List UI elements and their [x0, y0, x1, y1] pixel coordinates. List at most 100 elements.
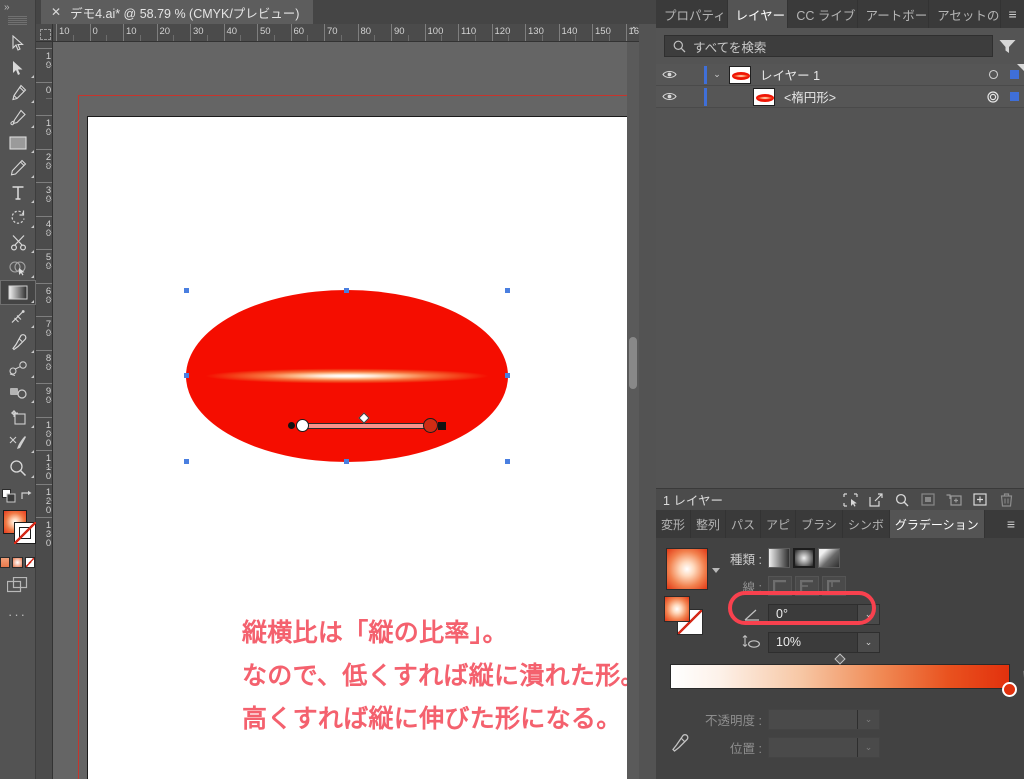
- type-tool[interactable]: [0, 180, 36, 205]
- scissors-tool[interactable]: [0, 230, 36, 255]
- stroke-swatch[interactable]: [14, 522, 36, 544]
- bbox-handle-ml[interactable]: [184, 373, 189, 378]
- bbox-handle-mr[interactable]: [505, 373, 510, 378]
- bbox-handle-tl[interactable]: [184, 288, 189, 293]
- gradient-annotator-bar[interactable]: [301, 423, 431, 429]
- rectangle-tool[interactable]: [0, 130, 36, 155]
- swap-fill-stroke-icon[interactable]: [20, 490, 33, 502]
- gradient-eyedropper-icon[interactable]: [670, 734, 689, 753]
- selection-indicator[interactable]: [1004, 92, 1024, 101]
- gradient-mode-button[interactable]: [12, 557, 22, 568]
- target-indicator-selected[interactable]: [982, 91, 1004, 103]
- screen-mode-button[interactable]: [0, 577, 35, 593]
- paintbrush-slice-tool[interactable]: [0, 430, 36, 455]
- rotate-tool[interactable]: [0, 205, 36, 230]
- gradient-midpoint-diamond[interactable]: [834, 653, 845, 664]
- tab-layers[interactable]: レイヤー: [728, 0, 789, 28]
- direct-selection-tool[interactable]: [0, 55, 36, 80]
- bbox-handle-tr[interactable]: [505, 288, 510, 293]
- canvas-vertical-scrollbar[interactable]: [627, 42, 639, 779]
- default-fill-stroke-icon[interactable]: [2, 489, 16, 503]
- gradient-start-handle[interactable]: [296, 419, 309, 432]
- gradient-stop-end[interactable]: [1002, 682, 1017, 697]
- bbox-handle-bl[interactable]: [184, 459, 189, 464]
- layers-search-input[interactable]: すべてを検索: [664, 35, 993, 57]
- shape-builder-tool[interactable]: [0, 255, 36, 280]
- tab-artboards[interactable]: アートボー: [858, 0, 930, 28]
- tab-pathfinder[interactable]: パス: [726, 510, 761, 538]
- ellipse-object[interactable]: [186, 290, 508, 462]
- selection-tool[interactable]: [0, 30, 36, 55]
- gradient-type-radial[interactable]: [793, 548, 815, 568]
- tab-asset-export[interactable]: アセットの: [929, 0, 1001, 28]
- gradient-slider[interactable]: [670, 664, 1010, 689]
- shaper-eraser-tool[interactable]: [0, 380, 36, 405]
- bbox-handle-bc[interactable]: [344, 459, 349, 464]
- tab-appearance[interactable]: アピ: [761, 510, 796, 538]
- tab-gradient[interactable]: グラデーション: [890, 510, 985, 538]
- blend-tool[interactable]: [0, 355, 36, 380]
- free-transform-tool[interactable]: [0, 405, 36, 430]
- panel-menu-icon[interactable]: ≡: [1001, 0, 1024, 28]
- gradient-type-linear[interactable]: [768, 548, 790, 568]
- gradient-angle-field[interactable]: 0° ⌄: [768, 604, 880, 625]
- close-icon[interactable]: ✕: [51, 5, 61, 19]
- eyedropper-tool[interactable]: [0, 330, 36, 355]
- tab-cc-libraries[interactable]: CC ライブ: [788, 0, 857, 28]
- clipping-mask-icon[interactable]: [916, 490, 940, 510]
- gradient-annotator[interactable]: [288, 419, 446, 433]
- eye-icon[interactable]: [656, 69, 682, 80]
- tab-align[interactable]: 整列: [691, 510, 726, 538]
- selection-indicator[interactable]: [1004, 70, 1024, 79]
- locate-object-icon[interactable]: [838, 490, 862, 510]
- curvature-tool[interactable]: [0, 105, 36, 130]
- layer-row[interactable]: ⌄ レイヤー 1: [656, 64, 1024, 86]
- vertical-ruler[interactable]: 100102030405060708090100110120130: [36, 42, 53, 779]
- bbox-handle-br[interactable]: [505, 459, 510, 464]
- new-layer-icon[interactable]: [968, 490, 992, 510]
- target-indicator[interactable]: [982, 69, 1004, 80]
- canvas-area[interactable]: 縦横比は「縦の比率」。 なので、低くすれば縦に潰れた形。 高くすれば縦に伸びた形…: [53, 42, 639, 779]
- color-mode-button[interactable]: [0, 557, 10, 568]
- artboard[interactable]: 縦横比は「縦の比率」。 なので、低くすれば縦に潰れた形。 高くすれば縦に伸びた形…: [87, 116, 635, 779]
- ruler-collapse-icon[interactable]: ⌃: [630, 26, 638, 37]
- chevron-down-icon[interactable]: ⌄: [707, 69, 727, 80]
- chevron-down-icon[interactable]: ⌄: [857, 605, 879, 624]
- pen-tool[interactable]: [0, 80, 36, 105]
- tab-properties[interactable]: プロパティ: [656, 0, 728, 28]
- gradient-aspect-ratio-value[interactable]: 10%: [769, 635, 857, 649]
- bbox-handle-tc[interactable]: [344, 288, 349, 293]
- gradient-fill-stroke-swatches[interactable]: [664, 596, 704, 636]
- release-to-layers-icon[interactable]: [864, 490, 888, 510]
- gradient-angle-value[interactable]: 0°: [769, 607, 857, 621]
- chevron-down-icon[interactable]: ⌄: [857, 633, 879, 652]
- gradient-tool[interactable]: [0, 280, 36, 305]
- tab-brushes[interactable]: ブラシ: [796, 510, 843, 538]
- layer-row[interactable]: <楕円形>: [656, 86, 1024, 108]
- layer-name[interactable]: レイヤー 1: [751, 65, 982, 84]
- eye-icon[interactable]: [656, 91, 682, 102]
- gradient-fill-swatch[interactable]: [664, 596, 690, 622]
- delete-layer-icon[interactable]: [994, 490, 1018, 510]
- fill-stroke-swatches[interactable]: [0, 508, 36, 554]
- none-mode-button[interactable]: [25, 557, 35, 568]
- canvas-scrollbar-thumb[interactable]: [629, 337, 637, 389]
- layer-name[interactable]: <楕円形>: [775, 87, 982, 106]
- more-tools-button[interactable]: ···: [0, 607, 35, 622]
- gradient-preview-swatch[interactable]: [666, 548, 708, 590]
- gradient-preset-chevron-icon[interactable]: [712, 568, 720, 573]
- toolbar-collapse-button[interactable]: »: [0, 0, 35, 16]
- tab-symbols[interactable]: シンボ: [843, 510, 890, 538]
- gradient-end-square-handle[interactable]: [438, 422, 446, 430]
- toolbar-drag-grip[interactable]: [8, 16, 27, 26]
- document-tab[interactable]: ✕ デモ4.ai* @ 58.79 % (CMYK/プレビュー): [41, 0, 313, 24]
- gradient-panel-menu-icon[interactable]: ≡: [998, 510, 1024, 538]
- gradient-origin-handle[interactable]: [288, 422, 295, 429]
- filter-icon[interactable]: [999, 39, 1016, 54]
- pencil-tool[interactable]: [0, 155, 36, 180]
- gradient-aspect-ratio-field[interactable]: 10% ⌄: [768, 632, 880, 653]
- horizontal-ruler[interactable]: 1001020304050607080901001101201301401501…: [53, 24, 639, 42]
- ruler-origin-corner[interactable]: [36, 24, 53, 42]
- width-tool[interactable]: [0, 305, 36, 330]
- gradient-end-stop-handle[interactable]: [423, 418, 438, 433]
